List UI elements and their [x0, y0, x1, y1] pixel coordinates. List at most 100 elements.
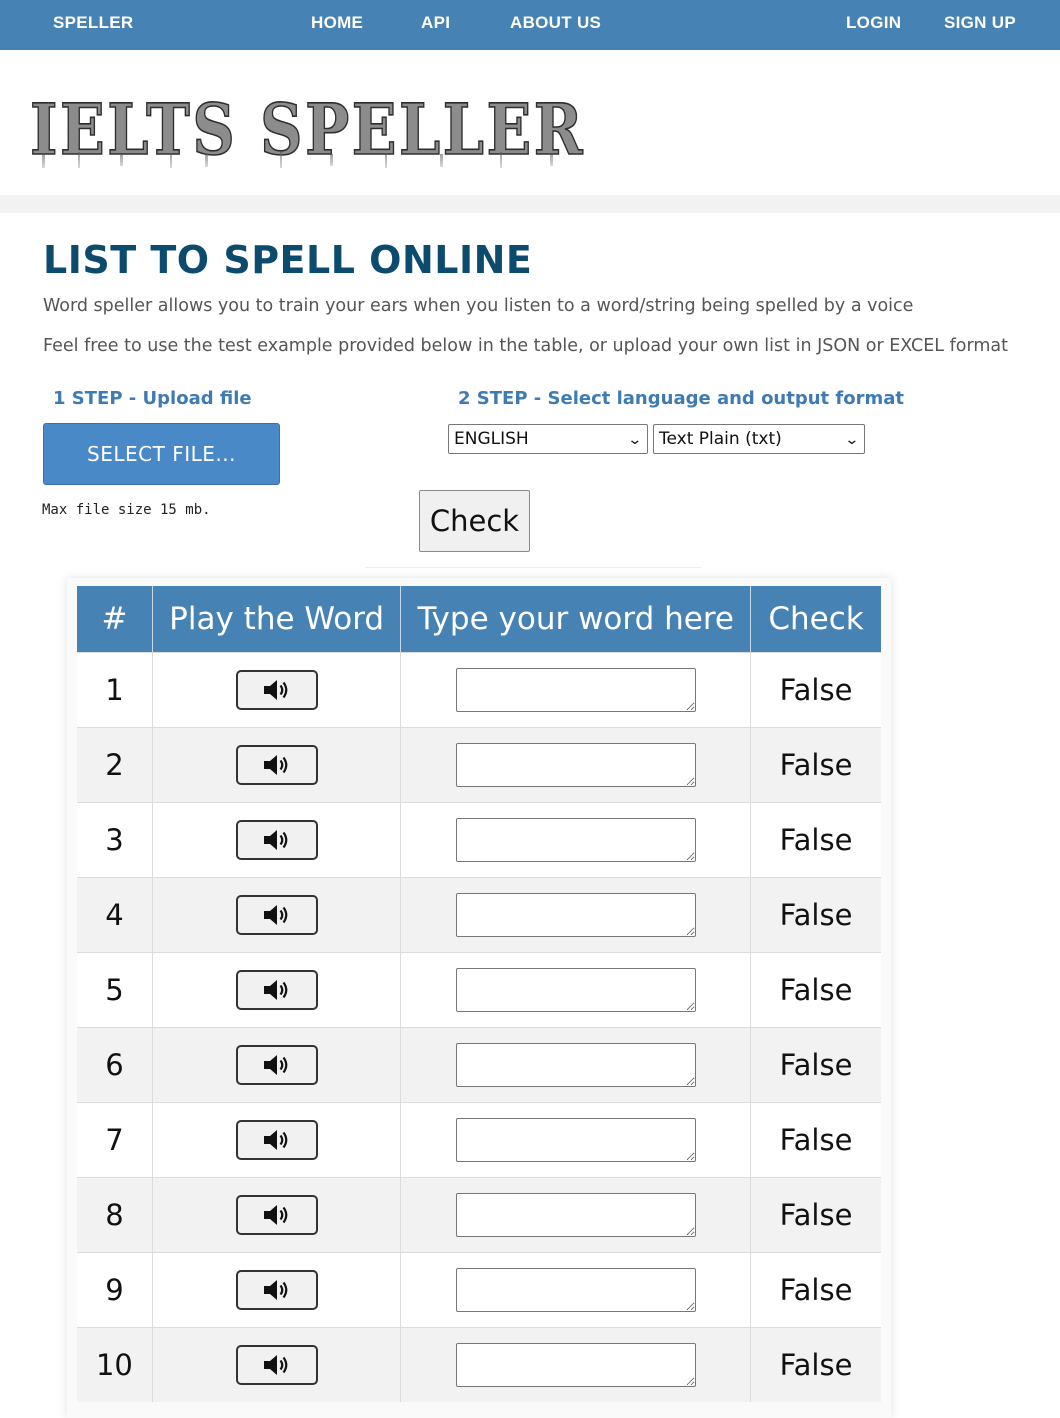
table-row: 6 False: [77, 1027, 881, 1103]
row-number-text: 2: [105, 748, 124, 782]
row-number-text: 7: [105, 1123, 124, 1157]
word-input[interactable]: [455, 968, 696, 1012]
result-cell: False: [750, 1252, 881, 1328]
row-number-text: 9: [105, 1273, 124, 1307]
description-line-1: Word speller allows you to train your ea…: [43, 296, 914, 316]
row-number-text: 3: [105, 823, 124, 857]
input-cell: [400, 1177, 752, 1253]
spelling-table: # Play the Word Type your word here Chec…: [77, 586, 881, 1402]
table-row: 1 False: [77, 652, 881, 728]
speaker-volume-icon: [263, 1205, 287, 1225]
speaker-volume-icon: [263, 1355, 287, 1375]
input-cell: [400, 952, 752, 1028]
result-text: False: [779, 748, 853, 782]
select-file-button[interactable]: SELECT FILE...: [43, 423, 280, 485]
check-button[interactable]: Check: [419, 490, 530, 552]
divider-line: [365, 567, 701, 568]
table-row: 8 False: [77, 1177, 881, 1253]
play-cell: [152, 1177, 402, 1253]
speaker-volume-icon: [263, 1130, 287, 1150]
row-number-text: 5: [105, 973, 124, 1007]
word-input[interactable]: [455, 1343, 696, 1387]
play-word-button[interactable]: [235, 1045, 318, 1085]
result-cell: False: [750, 952, 881, 1028]
result-cell: False: [750, 1327, 881, 1402]
top-nav: SPELLER HOME API ABOUT US LOGIN SIGN UP: [0, 0, 1060, 50]
input-cell: [400, 652, 752, 728]
result-text: False: [779, 1198, 853, 1232]
header-play: Play the Word: [152, 586, 402, 653]
nav-about-link[interactable]: ABOUT US: [510, 0, 601, 46]
play-word-button[interactable]: [235, 745, 318, 785]
result-text: False: [779, 1048, 853, 1082]
nav-api-link[interactable]: API: [421, 0, 450, 46]
header-type: Type your word here: [400, 586, 752, 653]
word-input[interactable]: [455, 818, 696, 862]
play-cell: [152, 1102, 402, 1178]
result-text: False: [779, 1123, 853, 1157]
word-input[interactable]: [455, 1043, 696, 1087]
spelling-table-container: # Play the Word Type your word here Chec…: [67, 578, 891, 1418]
speaker-volume-icon: [263, 1280, 287, 1300]
row-number-text: 8: [105, 1198, 124, 1232]
header-check: Check: [750, 586, 881, 653]
logo-area: IELTS SPELLER: [0, 50, 1060, 195]
input-cell: [400, 802, 752, 878]
table-row: 9 False: [77, 1252, 881, 1328]
step-1-label: 1 STEP - Upload file: [53, 388, 252, 409]
table-row: 2 False: [77, 727, 881, 803]
play-cell: [152, 1027, 402, 1103]
nav-login-link[interactable]: LOGIN: [846, 0, 901, 46]
play-word-button[interactable]: [235, 820, 318, 860]
table-row: 5 False: [77, 952, 881, 1028]
input-cell: [400, 1027, 752, 1103]
play-cell: [152, 727, 402, 803]
table-row: 7 False: [77, 1102, 881, 1178]
play-word-button[interactable]: [235, 670, 318, 710]
word-input[interactable]: [455, 1193, 696, 1237]
row-number: 6: [77, 1027, 153, 1103]
divider-band: [0, 195, 1060, 213]
result-cell: False: [750, 727, 881, 803]
row-number: 9: [77, 1252, 153, 1328]
play-word-button[interactable]: [235, 895, 318, 935]
table-row: 3 False: [77, 802, 881, 878]
speaker-volume-icon: [263, 755, 287, 775]
play-word-button[interactable]: [235, 1270, 318, 1310]
language-select[interactable]: ENGLISH ⌄: [448, 424, 648, 454]
nav-home-link[interactable]: HOME: [311, 0, 363, 46]
play-cell: [152, 652, 402, 728]
play-cell: [152, 952, 402, 1028]
row-number: 2: [77, 727, 153, 803]
word-input[interactable]: [455, 1268, 696, 1312]
row-number: 1: [77, 652, 153, 728]
speaker-volume-icon: [263, 830, 287, 850]
speaker-volume-icon: [263, 1055, 287, 1075]
table-body: 1 False 2 False 3 False 4 False 5 False …: [77, 652, 881, 1402]
max-file-size-note: Max file size 15 mb.: [42, 502, 211, 518]
row-number-text: 1: [105, 673, 124, 707]
play-word-button[interactable]: [235, 1195, 318, 1235]
step-2-label: 2 STEP - Select language and output form…: [458, 388, 905, 409]
speaker-volume-icon: [263, 905, 287, 925]
chevron-down-icon: ⌄: [844, 432, 860, 448]
word-input[interactable]: [455, 743, 696, 787]
word-input[interactable]: [455, 893, 696, 937]
word-input[interactable]: [455, 1118, 696, 1162]
word-input[interactable]: [455, 668, 696, 712]
speaker-volume-icon: [263, 980, 287, 1000]
row-number: 8: [77, 1177, 153, 1253]
play-cell: [152, 877, 402, 953]
row-number: 7: [77, 1102, 153, 1178]
play-word-button[interactable]: [235, 1345, 318, 1385]
chevron-down-icon: ⌄: [627, 432, 643, 448]
play-word-button[interactable]: [235, 1120, 318, 1160]
play-word-button[interactable]: [235, 970, 318, 1010]
input-cell: [400, 1327, 752, 1402]
result-cell: False: [750, 1102, 881, 1178]
nav-signup-link[interactable]: SIGN UP: [944, 0, 1016, 46]
row-number: 10: [77, 1327, 153, 1402]
nav-brand-link[interactable]: SPELLER: [53, 0, 134, 46]
header-number: #: [77, 586, 153, 653]
format-select[interactable]: Text Plain (txt) ⌄: [653, 424, 865, 454]
